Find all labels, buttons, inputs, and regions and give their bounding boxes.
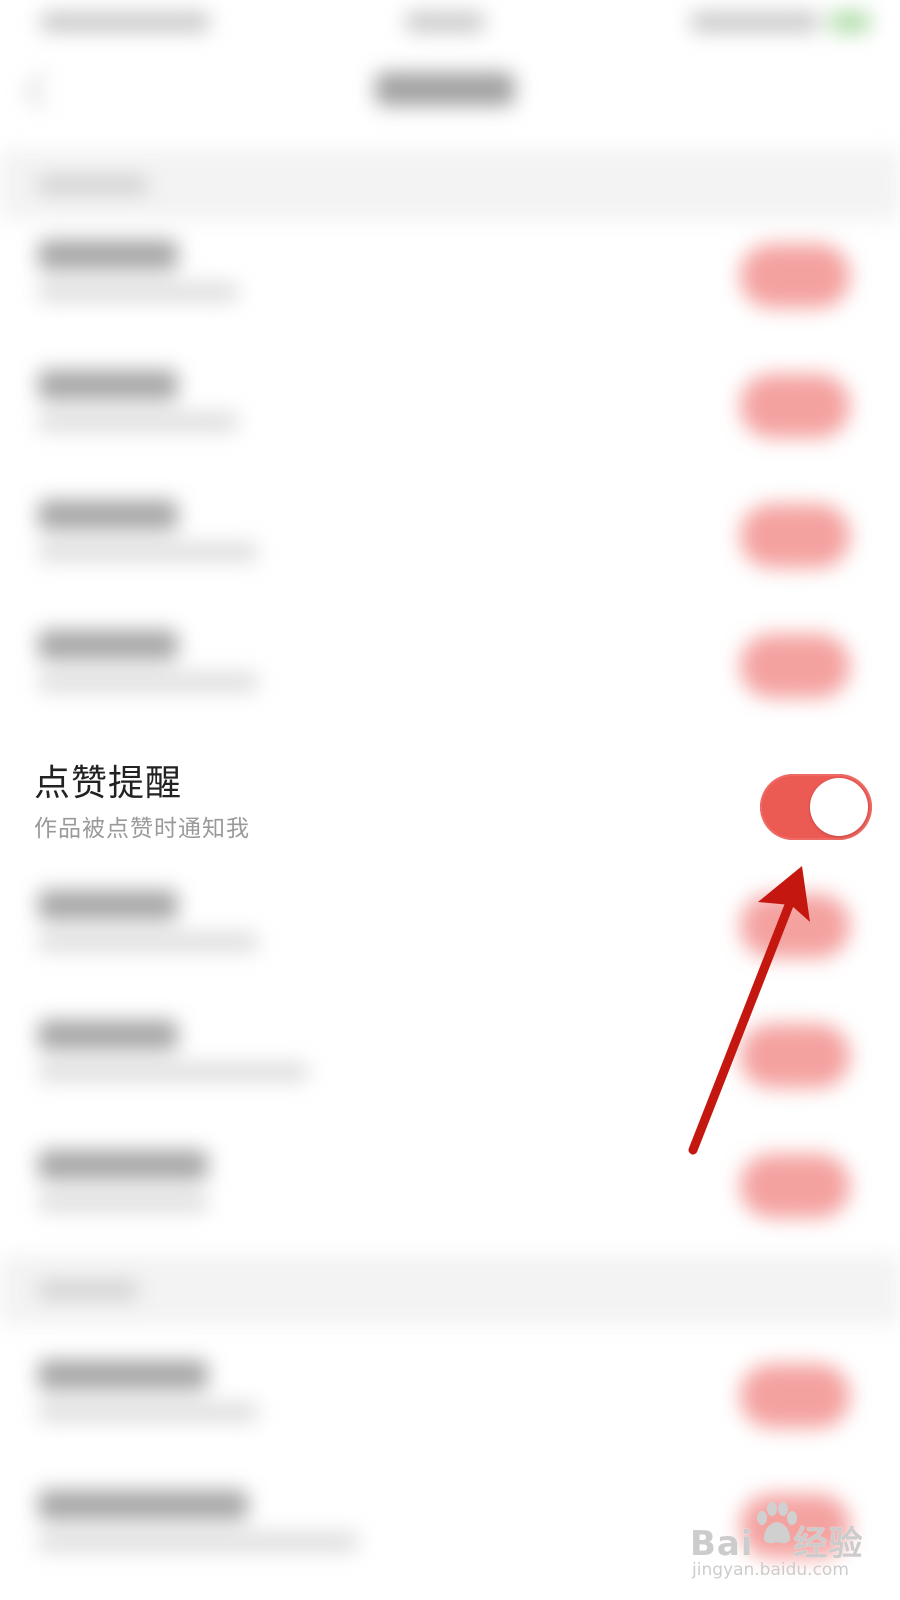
toggle-switch-blurred[interactable] bbox=[740, 634, 850, 698]
setting-title: 点赞提醒 bbox=[34, 763, 183, 804]
status-bar bbox=[0, 0, 900, 50]
row-subtitle-blurred bbox=[38, 1532, 358, 1552]
status-time bbox=[405, 12, 485, 32]
setting-row-blurred[interactable] bbox=[0, 1120, 900, 1250]
row-title-blurred bbox=[38, 1150, 208, 1180]
toggle-knob bbox=[810, 778, 868, 836]
setting-row-blurred[interactable] bbox=[0, 600, 900, 730]
row-subtitle-blurred bbox=[38, 412, 238, 432]
setting-row-blurred[interactable] bbox=[0, 860, 900, 990]
baidu-jingyan-watermark: Bai 经验 jingyan.baidu.com bbox=[690, 1500, 890, 1590]
row-subtitle-blurred bbox=[38, 672, 258, 692]
toggle-switch-blurred[interactable] bbox=[740, 1364, 850, 1428]
status-carrier bbox=[40, 12, 210, 32]
watermark-url: jingyan.baidu.com bbox=[692, 1560, 849, 1580]
row-title-blurred bbox=[38, 630, 178, 660]
toggle-switch-blurred[interactable] bbox=[740, 244, 850, 308]
row-subtitle-blurred bbox=[38, 932, 258, 952]
section-label-blurred bbox=[38, 1281, 138, 1299]
row-subtitle-blurred bbox=[38, 1402, 258, 1422]
toggle-switch-blurred[interactable] bbox=[740, 504, 850, 568]
row-title-blurred bbox=[38, 1490, 248, 1520]
toggle-switch-blurred[interactable] bbox=[740, 374, 850, 438]
toggle-switch-blurred[interactable] bbox=[740, 894, 850, 958]
setting-row-blurred[interactable] bbox=[0, 210, 900, 340]
row-subtitle-blurred bbox=[38, 1192, 208, 1212]
row-title-blurred bbox=[38, 890, 178, 920]
row-subtitle-blurred bbox=[38, 282, 238, 302]
setting-row-blurred[interactable] bbox=[0, 470, 900, 600]
row-title-blurred bbox=[38, 500, 178, 530]
section-header bbox=[0, 1255, 900, 1325]
notification-settings-screen: 点赞提醒 作品被点赞时通知我 Bai 经验 jingyan.baidu.com bbox=[0, 0, 900, 1600]
page-title-blurred bbox=[375, 72, 515, 106]
toggle-switch-blurred[interactable] bbox=[740, 1024, 850, 1088]
setting-row-blurred[interactable] bbox=[0, 990, 900, 1120]
setting-row-blurred[interactable] bbox=[0, 340, 900, 470]
setting-subtitle: 作品被点赞时通知我 bbox=[34, 816, 250, 842]
row-title-blurred bbox=[38, 240, 178, 270]
row-subtitle-blurred bbox=[38, 542, 258, 562]
row-title-blurred bbox=[38, 370, 178, 400]
like-notification-toggle[interactable] bbox=[760, 774, 872, 840]
toggle-switch-blurred[interactable] bbox=[740, 1154, 850, 1218]
row-title-blurred bbox=[38, 1020, 178, 1050]
watermark-brand: Bai 经验 bbox=[690, 1524, 864, 1564]
row-subtitle-blurred bbox=[38, 1062, 308, 1082]
section-label-blurred bbox=[38, 176, 148, 194]
battery-icon bbox=[830, 12, 870, 32]
row-title-blurred bbox=[38, 1360, 208, 1390]
setting-row-blurred[interactable] bbox=[0, 1330, 900, 1460]
status-indicators bbox=[690, 12, 820, 32]
